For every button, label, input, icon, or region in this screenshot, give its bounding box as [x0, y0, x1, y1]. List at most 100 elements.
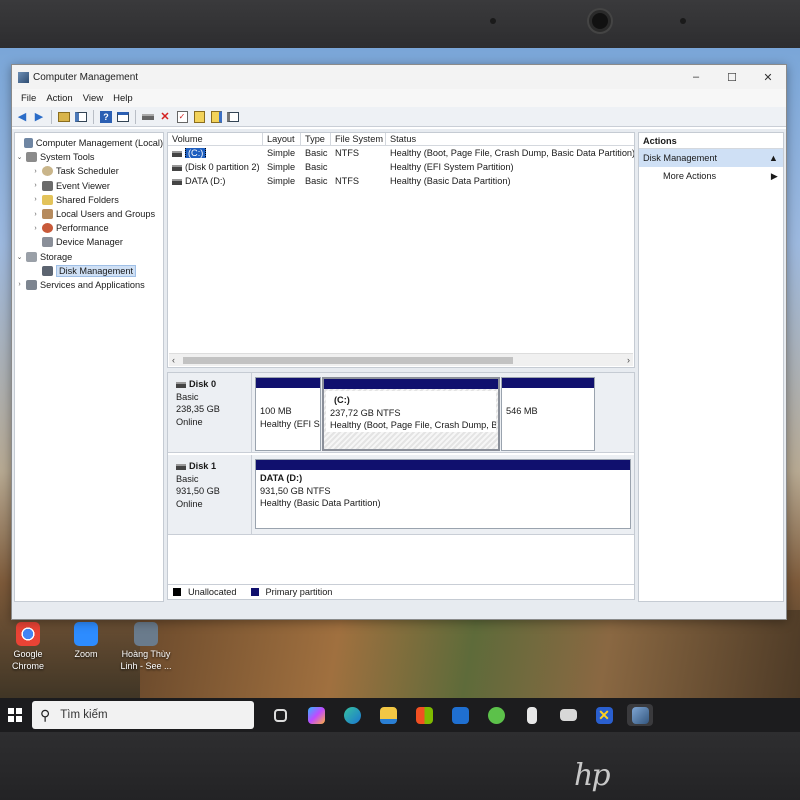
minimize-button[interactable]: – — [678, 71, 714, 83]
collapse-arrow-icon[interactable]: ▲ — [769, 149, 778, 167]
actions-disk-management[interactable]: Disk Management ▲ — [639, 149, 783, 167]
drive-icon — [172, 150, 182, 157]
chevron-down-icon[interactable]: ⌄ — [15, 253, 24, 261]
tree-item-root[interactable]: Computer Management (Local) — [15, 136, 163, 150]
wallpaper-landscape — [140, 610, 800, 702]
camera-icon[interactable] — [555, 704, 581, 726]
tree-item-device-manager[interactable]: Device Manager — [15, 235, 163, 249]
chrome-icon — [16, 622, 40, 646]
chevron-right-icon[interactable]: › — [31, 225, 40, 232]
task-view-icon[interactable] — [267, 704, 293, 726]
disk-info[interactable]: Disk 1 Basic 931,50 GB Online — [168, 455, 252, 534]
disk-info[interactable]: Disk 0 Basic 238,35 GB Online — [168, 373, 252, 452]
primary-partition-bar — [256, 460, 630, 470]
start-button[interactable] — [8, 708, 22, 722]
table-row[interactable]: DATA (D:) Simple Basic NTFS Healthy (Bas… — [168, 174, 634, 188]
menu-action[interactable]: Action — [41, 93, 77, 104]
partition-c[interactable]: (C:) 237,72 GB NTFS Healthy (Boot, Page … — [322, 377, 500, 451]
sensor-dot — [490, 18, 496, 24]
x-app-icon[interactable]: ✕ — [591, 704, 617, 726]
desktop-icon-chrome[interactable]: Google Chrome — [0, 622, 56, 672]
actions-pane: Actions Disk Management ▲ More Actions ▶ — [638, 132, 784, 602]
back-arrow-icon[interactable]: ◀ — [15, 110, 29, 124]
disk-row-1: Disk 1 Basic 931,50 GB Online DATA (D:) … — [168, 455, 634, 535]
scrollbar-thumb[interactable] — [183, 357, 513, 364]
desktop-icon-file[interactable]: Hoàng Thùy Linh - See ... — [114, 622, 178, 672]
chevron-right-icon[interactable]: › — [31, 182, 40, 189]
properties-icon[interactable] — [116, 110, 130, 124]
toolbar-separator — [93, 109, 94, 124]
show-hide-tree-icon[interactable] — [74, 110, 88, 124]
chevron-right-icon[interactable]: › — [15, 281, 24, 288]
computer-management-icon — [18, 71, 29, 83]
menu-view[interactable]: View — [78, 93, 108, 104]
desktop-icon-zoom[interactable]: Zoom — [58, 622, 114, 660]
legend: Unallocated Primary partition — [168, 584, 634, 599]
help-icon[interactable]: ? — [99, 110, 113, 124]
up-folder-icon[interactable] — [57, 110, 71, 124]
search-folder-icon[interactable] — [209, 110, 223, 124]
list-view-icon[interactable] — [226, 110, 240, 124]
hp-logo: hp — [574, 758, 611, 793]
close-button[interactable]: ✕ — [750, 71, 786, 84]
delete-icon[interactable]: ✕ — [158, 110, 172, 124]
copilot-icon[interactable] — [303, 704, 329, 726]
sensor-dot — [680, 18, 686, 24]
tree-item-event-viewer[interactable]: › Event Viewer — [15, 179, 163, 193]
column-status[interactable]: Status — [386, 133, 634, 145]
tree-item-shared-folders[interactable]: › Shared Folders — [15, 193, 163, 207]
volume-list: Volume Layout Type File System Status (C… — [167, 132, 635, 368]
microphone-app-icon[interactable] — [519, 704, 545, 726]
tree-item-performance[interactable]: › Performance — [15, 221, 163, 235]
column-type[interactable]: Type — [301, 133, 331, 145]
submenu-arrow-icon: ▶ — [770, 171, 778, 181]
computer-management-taskbar-icon[interactable] — [627, 704, 653, 726]
maximize-button[interactable]: ☐ — [714, 71, 750, 84]
primary-partition-swatch — [250, 588, 259, 596]
refresh-app-icon[interactable] — [483, 704, 509, 726]
tree-item-services[interactable]: › Services and Applications — [15, 278, 163, 292]
column-volume[interactable]: Volume — [168, 133, 263, 145]
services-icon — [26, 279, 37, 290]
tree-item-disk-management[interactable]: Disk Management — [15, 264, 163, 278]
microsoft-store-icon[interactable] — [411, 704, 437, 726]
forward-arrow-icon[interactable]: ▶ — [32, 110, 46, 124]
chevron-right-icon[interactable]: › — [31, 211, 40, 218]
performance-icon — [42, 223, 53, 234]
checklist-icon[interactable]: ✓ — [175, 110, 189, 124]
file-explorer-icon[interactable] — [375, 704, 401, 726]
menu-file[interactable]: File — [16, 93, 41, 104]
chevron-right-icon[interactable]: › — [31, 196, 40, 203]
table-row[interactable]: (Disk 0 partition 2) Simple Basic Health… — [168, 160, 634, 174]
column-layout[interactable]: Layout — [263, 133, 301, 145]
webcam — [589, 10, 611, 32]
tree-item-system-tools[interactable]: ⌄ System Tools — [15, 150, 163, 164]
actions-more-actions[interactable]: More Actions ▶ — [639, 167, 783, 185]
computer-management-window: Computer Management – ☐ ✕ File Action Vi… — [11, 64, 787, 620]
tree-item-task-scheduler[interactable]: › Task Scheduler — [15, 164, 163, 178]
primary-partition-bar — [502, 378, 594, 388]
tree-item-storage[interactable]: ⌄ Storage — [15, 250, 163, 264]
partition-d[interactable]: DATA (D:) 931,50 GB NTFS Healthy (Basic … — [255, 459, 631, 529]
column-file-system[interactable]: File System — [331, 133, 386, 145]
menu-bar: File Action View Help — [12, 89, 786, 107]
edge-icon[interactable] — [339, 704, 365, 726]
partition-efi[interactable]: 100 MB Healthy (EFI S — [255, 377, 321, 451]
import-icon[interactable] — [192, 110, 206, 124]
horizontal-scrollbar[interactable]: ‹ › — [169, 353, 633, 366]
table-row[interactable]: (C:) Simple Basic NTFS Healthy (Boot, Pa… — [168, 146, 634, 160]
menu-help[interactable]: Help — [108, 93, 138, 104]
chevron-right-icon[interactable]: › — [31, 168, 40, 175]
connect-drive-icon[interactable] — [141, 110, 155, 124]
scroll-left-icon[interactable]: ‹ — [172, 354, 175, 367]
disk-management-icon — [42, 265, 53, 276]
scroll-right-icon[interactable]: › — [627, 354, 630, 367]
mail-icon[interactable] — [447, 704, 473, 726]
partition-recovery[interactable]: 546 MB — [501, 377, 595, 451]
chevron-down-icon[interactable]: ⌄ — [15, 153, 24, 161]
tree-item-local-users[interactable]: › Local Users and Groups — [15, 207, 163, 221]
shared-folder-icon — [42, 194, 53, 205]
title-bar[interactable]: Computer Management – ☐ ✕ — [12, 65, 786, 89]
taskbar-search[interactable]: ⚲ Tìm kiếm — [32, 701, 254, 729]
tools-icon — [26, 152, 37, 163]
